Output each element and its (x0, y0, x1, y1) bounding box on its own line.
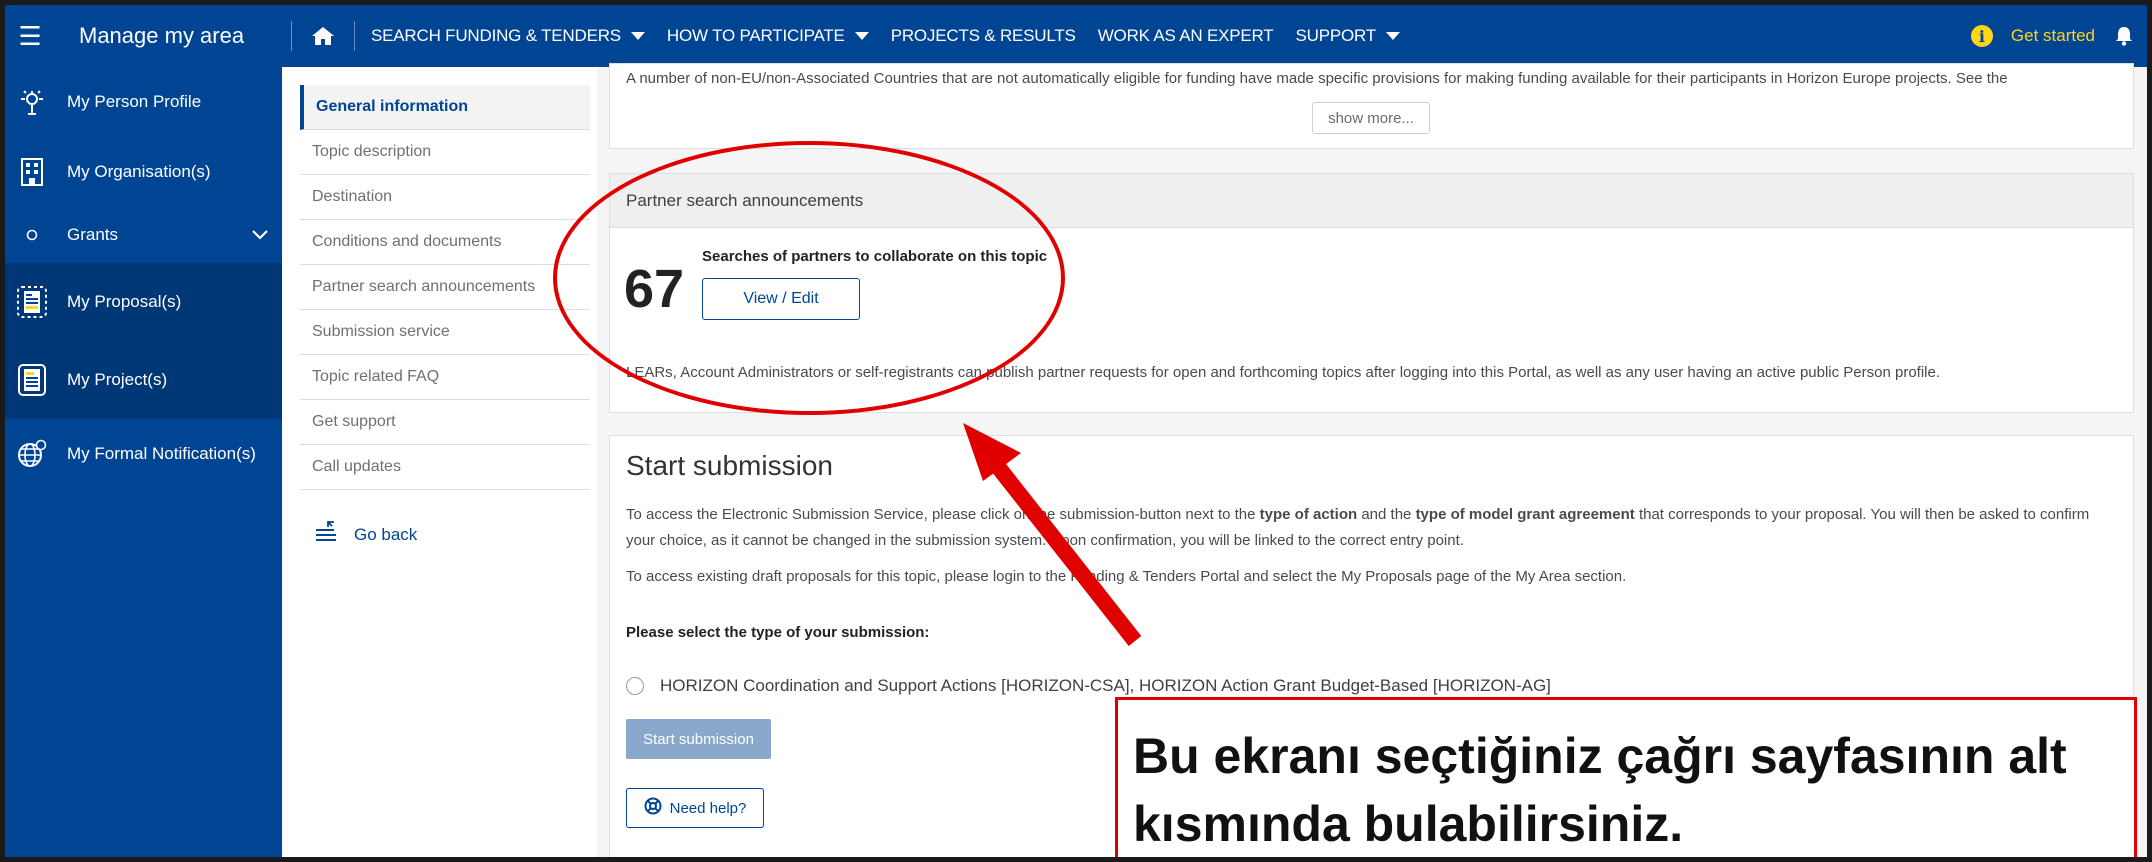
top-navigation-bar: ☰ Manage my area SEARCH FUNDING & TENDER… (5, 5, 2147, 67)
subnav-get-support[interactable]: Get support (300, 400, 590, 445)
subnav-topic-description[interactable]: Topic description (300, 130, 590, 175)
nav-label: PROJECTS & RESULTS (890, 26, 1076, 45)
sidebar-item-label: My Formal Notification(s) (67, 444, 256, 463)
start-submission-button[interactable]: Start submission (626, 719, 771, 759)
proposal-icon (13, 283, 51, 321)
sidebar-item-organisations[interactable]: My Organisation(s) (5, 137, 282, 207)
building-icon (13, 153, 51, 191)
draft-proposals-note: To access existing draft proposals for t… (626, 568, 1627, 585)
subnav-topic-faq[interactable]: Topic related FAQ (300, 355, 590, 400)
sidebar-item-label: My Project(s) (67, 370, 168, 389)
chevron-down-icon[interactable] (252, 225, 268, 245)
sidebar-item-proposals[interactable]: My Proposal(s) (5, 263, 282, 341)
caret-down-icon (854, 32, 869, 40)
left-sidebar: My Person Profile My Organisation(s) Gra… (5, 67, 282, 857)
project-icon (13, 361, 51, 399)
instruction-bold: type of action (1259, 506, 1358, 523)
sidebar-item-projects[interactable]: My Project(s) (5, 341, 282, 419)
topbar-right: i Get started (1970, 5, 2133, 67)
need-help-button[interactable]: Need help? (626, 788, 764, 828)
nav-work-as-expert[interactable]: WORK AS AN EXPERT (1098, 26, 1274, 46)
sidebar-item-label: My Organisation(s) (67, 162, 211, 181)
nav-search-funding[interactable]: SEARCH FUNDING & TENDERS (371, 26, 645, 46)
instruction-text: To access the Electronic Submission Serv… (626, 506, 1260, 523)
go-back-icon (314, 520, 338, 549)
sidebar-item-grants[interactable]: Grants (5, 207, 282, 263)
sidebar-item-label: My Proposal(s) (67, 292, 182, 311)
nav-label: HOW TO PARTICIPATE (666, 26, 845, 45)
subnav-general-information[interactable]: General information (300, 85, 590, 130)
instruction-bold: type of model grant agreement (1415, 506, 1635, 523)
nav-how-to-participate[interactable]: HOW TO PARTICIPATE (667, 26, 869, 46)
nav-support[interactable]: SUPPORT (1295, 26, 1400, 46)
need-help-label: Need help? (669, 799, 747, 817)
menu-icon[interactable]: ☰ (5, 5, 55, 67)
nav-label: SUPPORT (1295, 26, 1376, 45)
divider (291, 21, 292, 51)
highlight-ellipse (553, 141, 1065, 415)
bell-icon[interactable] (2115, 26, 2133, 46)
nav-projects-results[interactable]: PROJECTS & RESULTS (891, 26, 1076, 46)
eligibility-text: A number of non-EU/non-Associated Countr… (626, 70, 2008, 87)
person-profile-icon (13, 83, 51, 121)
screenshot-frame: ☰ Manage my area SEARCH FUNDING & TENDER… (0, 0, 2152, 862)
sidebar-item-person-profile[interactable]: My Person Profile (5, 67, 282, 137)
eligibility-panel: A number of non-EU/non-Associated Countr… (609, 63, 2134, 149)
globe-icon (13, 435, 51, 473)
go-back-link[interactable]: Go back (300, 520, 597, 549)
callout-line-2: kısmında bulabilirsiniz. (1133, 796, 1684, 852)
caret-down-icon (630, 32, 645, 40)
lifebuoy-icon (644, 797, 662, 819)
submission-instructions: To access the Electronic Submission Serv… (626, 502, 2116, 554)
subnav-submission-service[interactable]: Submission service (300, 310, 590, 355)
divider (354, 21, 355, 51)
show-more-button[interactable]: show more... (1312, 102, 1430, 134)
sidebar-item-label: Grants (67, 225, 119, 244)
submission-type-label: Please select the type of your submissio… (626, 624, 930, 641)
subnav-destination[interactable]: Destination (300, 175, 590, 220)
sidebar-item-formal-notifications[interactable]: My Formal Notification(s) (5, 419, 282, 489)
subnav-partner-search[interactable]: Partner search announcements (300, 265, 590, 310)
nav-label: SEARCH FUNDING & TENDERS (371, 26, 621, 45)
nav-label: WORK AS AN EXPERT (1097, 26, 1274, 45)
app-title[interactable]: Manage my area (55, 23, 275, 49)
info-icon[interactable]: i (1970, 25, 1993, 47)
annotation-callout: Bu ekranı seçtiğiniz çağrı sayfasının al… (1115, 697, 2137, 857)
submission-type-option[interactable]: HORIZON Coordination and Support Actions… (626, 676, 1551, 696)
circle-icon (13, 216, 51, 254)
main-nav: SEARCH FUNDING & TENDERS HOW TO PARTICIP… (371, 5, 1422, 67)
caret-down-icon (1385, 32, 1400, 40)
sidebar-item-label: My Person Profile (67, 92, 202, 111)
start-submission-title: Start submission (626, 450, 833, 481)
instruction-text: and the (1357, 506, 1416, 523)
topic-section-nav: General information Topic description De… (282, 67, 597, 857)
submission-type-radio[interactable] (626, 677, 644, 695)
home-icon[interactable] (308, 5, 338, 67)
get-started-link[interactable]: Get started (2011, 26, 2095, 46)
subnav-call-updates[interactable]: Call updates (300, 445, 590, 490)
subnav-conditions-documents[interactable]: Conditions and documents (300, 220, 590, 265)
submission-type-option-label: HORIZON Coordination and Support Actions… (660, 676, 1551, 695)
go-back-label: Go back (354, 524, 418, 544)
callout-line-1: Bu ekranı seçtiğiniz çağrı sayfasının al… (1133, 728, 2067, 784)
